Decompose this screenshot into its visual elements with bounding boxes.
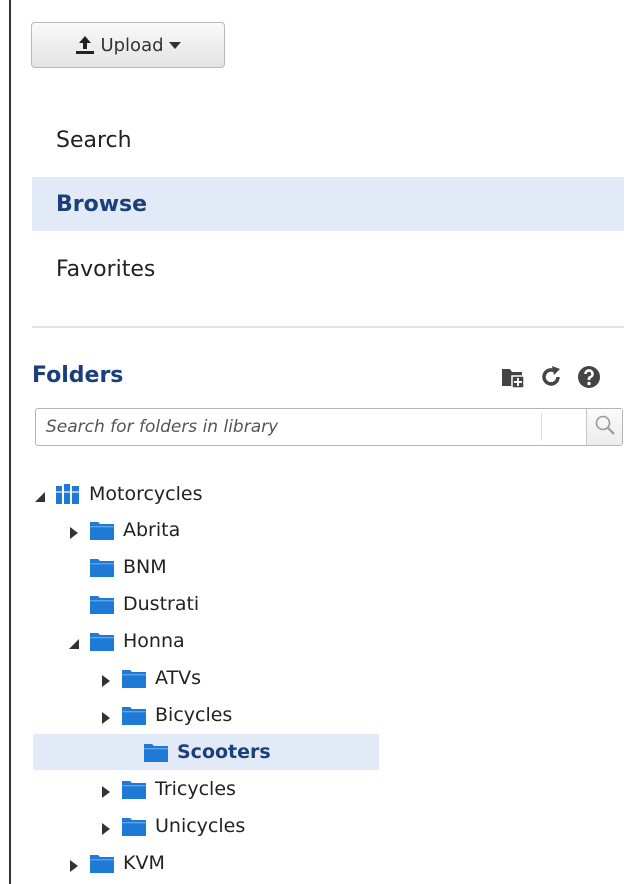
expanded-arrow-icon[interactable] — [33, 487, 47, 502]
collapsed-arrow-icon[interactable] — [67, 523, 81, 539]
tree-item[interactable]: Honna — [67, 623, 185, 659]
tree-item-label: KVM — [123, 852, 165, 874]
tree-root[interactable]: Motorcycles — [33, 476, 203, 512]
tree-item-label: Dustrati — [123, 593, 200, 615]
tree-item-label: Scooters — [177, 741, 271, 763]
collapsed-arrow-icon[interactable] — [99, 782, 113, 798]
tree-item-label: ATVs — [155, 667, 202, 689]
toggle-spacer — [67, 597, 81, 611]
help-icon[interactable] — [577, 365, 601, 389]
tree-item-label: BNM — [123, 556, 167, 578]
tree-item[interactable]: BNM — [67, 549, 167, 585]
chevron-down-icon — [168, 40, 182, 50]
tree-item-label: Tricycles — [155, 778, 236, 800]
search-icon — [594, 414, 616, 440]
new-folder-icon[interactable] — [501, 365, 525, 389]
folder-icon — [89, 519, 115, 541]
collapsed-arrow-icon[interactable] — [67, 856, 81, 872]
refresh-icon[interactable] — [539, 365, 563, 389]
folder-icon — [89, 593, 115, 615]
collapsed-arrow-icon[interactable] — [99, 708, 113, 724]
tree-item[interactable]: ATVs — [99, 660, 201, 696]
folder-icon — [121, 704, 147, 726]
divider — [32, 326, 624, 328]
tree-item[interactable]: Dustrati — [67, 586, 199, 622]
tree-item[interactable]: Bicycles — [99, 697, 232, 733]
nav-browse[interactable]: Browse — [32, 177, 624, 231]
folder-icon — [89, 630, 115, 652]
folder-search-input[interactable] — [36, 409, 536, 445]
toggle-spacer — [121, 745, 135, 759]
tree-item-label: Unicycles — [155, 815, 246, 837]
tree-item[interactable]: Tricycles — [99, 771, 236, 807]
collapsed-arrow-icon[interactable] — [99, 671, 113, 687]
folder-toolbar — [501, 365, 601, 389]
search-button[interactable] — [586, 409, 622, 445]
nav-search-label: Search — [56, 127, 132, 153]
upload-icon — [74, 34, 96, 56]
upload-button[interactable]: Upload — [31, 22, 225, 68]
tree-item-label: Honna — [123, 630, 185, 652]
tree-item-label: Bicycles — [155, 704, 233, 726]
folder-search — [35, 408, 623, 446]
tree-item[interactable]: Unicycles — [99, 808, 245, 844]
library-icon — [55, 483, 81, 505]
folder-icon — [143, 741, 169, 763]
toggle-spacer — [67, 560, 81, 574]
nav-browse-label: Browse — [56, 191, 148, 217]
nav-favorites[interactable]: Favorites — [32, 242, 624, 296]
collapsed-arrow-icon[interactable] — [99, 819, 113, 835]
side-panel: Upload Search Browse Favorites Folders S… — [9, 0, 628, 884]
folder-icon — [121, 778, 147, 800]
folder-icon — [121, 815, 147, 837]
folder-icon — [89, 556, 115, 578]
tree-item-label: Abrita — [123, 519, 181, 541]
tree-root-label: Motorcycles — [89, 483, 203, 505]
tree-item[interactable]: Scooters — [33, 734, 379, 770]
folder-icon — [121, 667, 147, 689]
search-separator — [541, 413, 542, 441]
nav-search[interactable]: Search — [32, 113, 624, 167]
tree-item[interactable]: Abrita — [67, 512, 180, 548]
nav-favorites-label: Favorites — [56, 256, 156, 282]
folders-title: Folders — [32, 363, 124, 388]
upload-label: Upload — [100, 34, 164, 56]
folder-icon — [89, 852, 115, 874]
tree-item[interactable]: KVM — [67, 845, 165, 881]
expanded-arrow-icon[interactable] — [67, 634, 81, 649]
